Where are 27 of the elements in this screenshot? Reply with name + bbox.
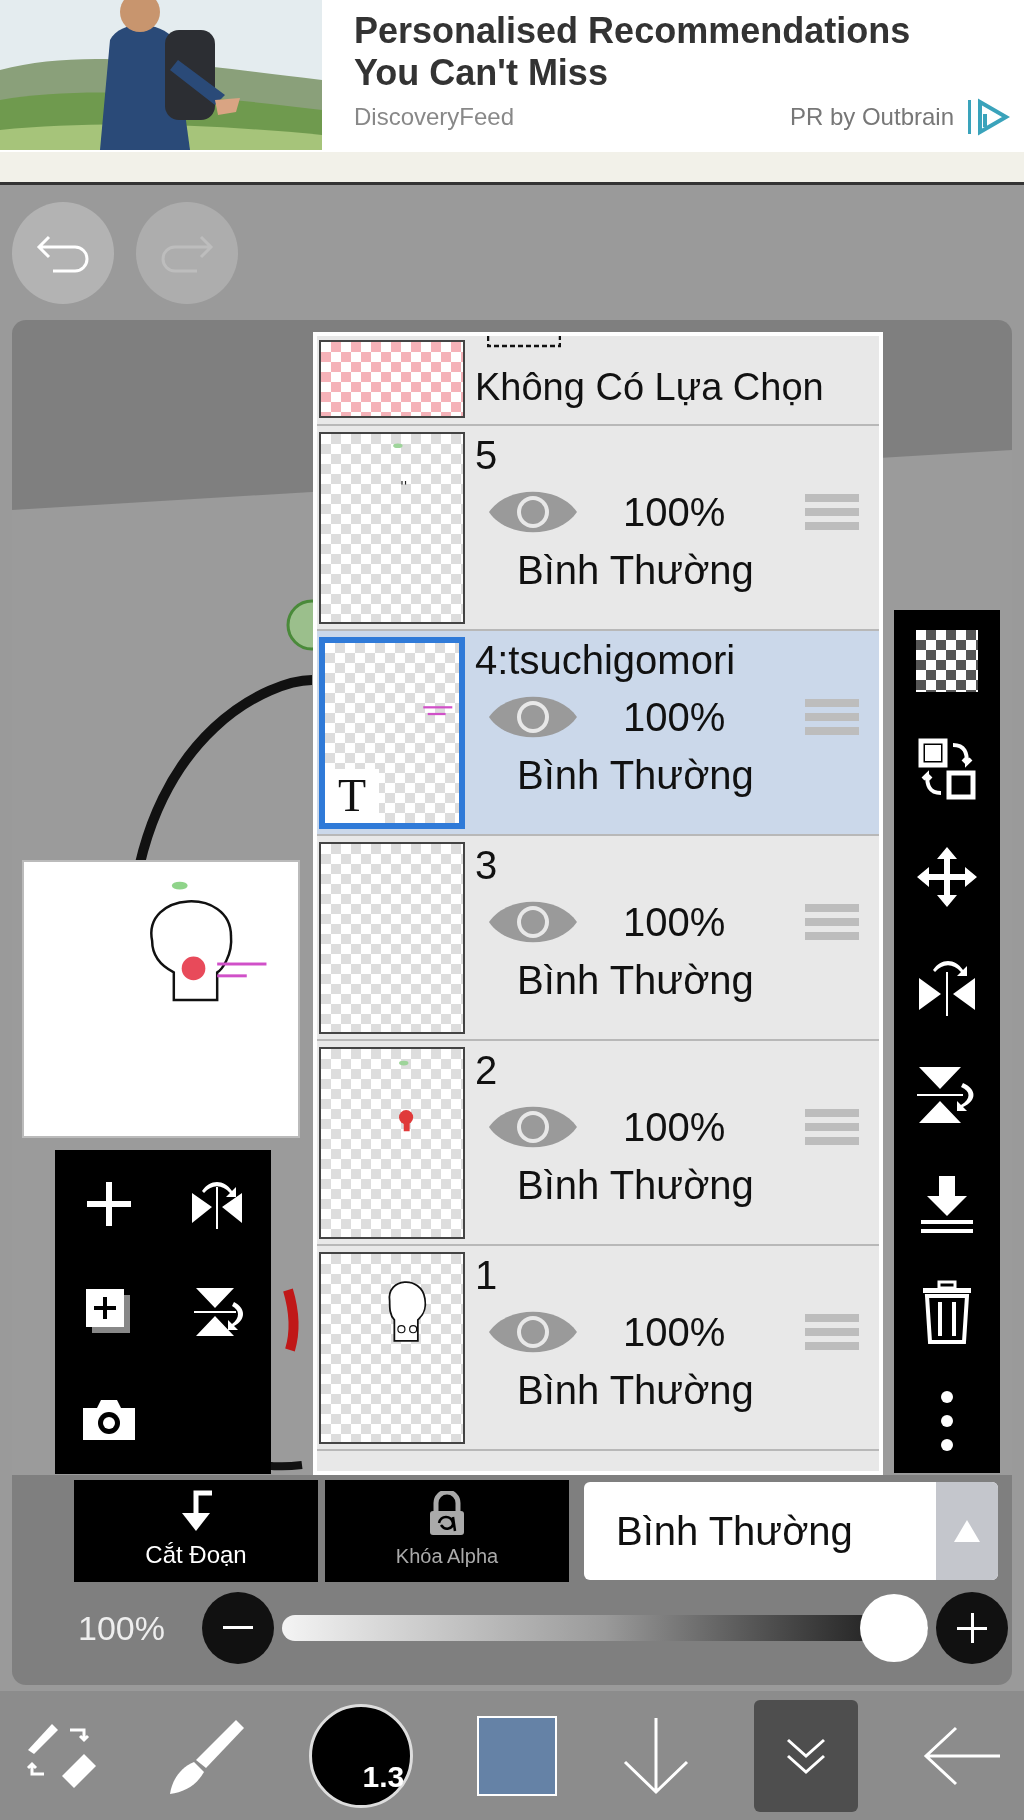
layer-name: 4:tsuchigomori <box>475 637 737 684</box>
blend-mode-dropdown[interactable]: Bình Thường <box>584 1482 998 1580</box>
layer-name: 3 <box>475 842 499 889</box>
opacity-reading: 100% <box>78 1607 166 1649</box>
layer-opacity: 100% <box>623 899 726 946</box>
blend-mode-label: Bình Thường <box>517 957 755 1004</box>
ad-sponsor[interactable]: PR by Outbrain <box>789 99 954 135</box>
layer-opacity: 100% <box>623 489 726 536</box>
selection-layer-row[interactable]: Không Có Lựa Chọn <box>317 336 879 426</box>
text-layer-badge: T <box>325 768 379 823</box>
layer-opacity: 100% <box>623 1309 726 1356</box>
selection-layer-label: Không Có Lựa Chọn <box>475 365 825 410</box>
blend-mode-label: Bình Thường <box>517 1367 755 1414</box>
ad-source: DiscoveryFeed <box>354 102 515 132</box>
blend-mode-label: Bình Thường <box>517 752 755 799</box>
layer-name: 5 <box>475 432 499 479</box>
layer-opacity: 100% <box>623 694 726 741</box>
layer-name: 2 <box>475 1047 499 1094</box>
ad-banner[interactable]: Personalised Recommendations You Can't Miss DiscoveryFeed PR by Outbrain <box>0 0 1024 152</box>
layer-action-button[interactable]: Cắt Đoạn <box>74 1480 318 1582</box>
brush-size-button[interactable]: 1.3 <box>309 1703 414 1808</box>
layer-opacity: 100% <box>623 1104 726 1151</box>
blend-mode-label: Bình Thường <box>517 547 755 594</box>
layer-name: 1 <box>475 1252 499 1299</box>
layer-row[interactable]: T 4:tsuchigomori 100% Bình Thường <box>317 631 879 836</box>
blend-mode-label: Bình Thường <box>517 1162 755 1209</box>
ad-headline[interactable]: Personalised Recommendations You Can't Miss <box>354 10 954 94</box>
